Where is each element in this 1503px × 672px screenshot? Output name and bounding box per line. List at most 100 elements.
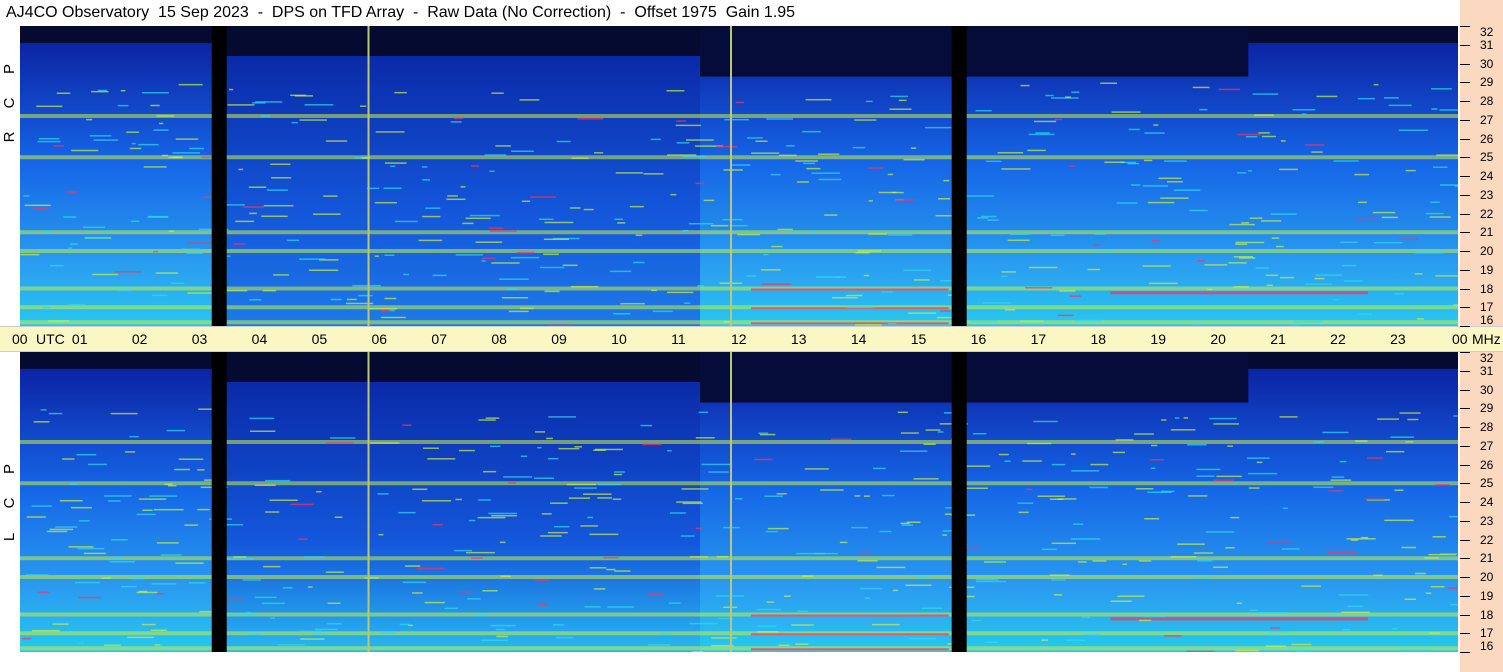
noise-speckle <box>1161 419 1167 421</box>
freq-tick-mark <box>1460 157 1470 159</box>
noise-speckle <box>1160 490 1175 493</box>
noise-speckle <box>547 531 568 534</box>
noise-speckle <box>571 157 589 159</box>
noise-speckle <box>708 471 729 473</box>
noise-speckle <box>764 495 783 497</box>
freq-tick-label: 16 <box>1480 639 1494 653</box>
noise-speckle <box>1356 218 1377 221</box>
noise-speckle <box>519 99 540 101</box>
freq-tick-label: 22 <box>1480 532 1494 547</box>
noise-speckle <box>482 257 496 260</box>
noise-speckle <box>78 596 101 599</box>
noise-speckle <box>162 154 169 157</box>
noise-speckle <box>1225 547 1235 549</box>
noise-speckle <box>1252 93 1279 95</box>
noise-speckle <box>615 172 643 174</box>
noise-speckle <box>854 495 861 497</box>
rcp-spectrogram <box>20 26 1458 326</box>
lcp-label-p-wrap: P <box>0 452 20 486</box>
noise-speckle <box>573 487 597 489</box>
noise-speckle <box>422 215 441 218</box>
noise-speckle <box>938 198 951 200</box>
noise-speckle <box>49 528 74 531</box>
noise-speckle <box>1110 600 1132 602</box>
noise-speckle <box>496 635 508 638</box>
noise-speckle <box>1213 566 1229 569</box>
noise-speckle <box>242 579 261 581</box>
noise-speckle <box>71 149 99 152</box>
noise-speckle <box>681 488 709 490</box>
noise-speckle <box>897 411 908 414</box>
noise-speckle <box>484 154 507 156</box>
noise-speckle <box>1279 168 1298 171</box>
noise-speckle <box>1429 216 1451 218</box>
noise-speckle <box>763 253 769 256</box>
noise-speckle <box>1235 649 1259 652</box>
time-tick-label: 19 <box>1150 331 1166 347</box>
noise-speckle <box>121 585 137 588</box>
noise-speckle <box>402 424 412 426</box>
freq-tick-label: 24 <box>1480 169 1494 183</box>
noise-speckle <box>1149 459 1164 461</box>
noise-speckle <box>1134 433 1154 435</box>
noise-speckle <box>940 310 951 312</box>
noise-speckle <box>652 310 673 313</box>
rcp-label-p-wrap: P <box>0 52 20 86</box>
noise-speckle <box>1196 468 1221 471</box>
noise-speckle <box>1401 546 1416 549</box>
noise-speckle <box>703 199 715 202</box>
noise-speckle <box>1266 541 1292 543</box>
noise-speckle <box>1111 111 1141 113</box>
freq-tick-label: 18 <box>1480 607 1494 622</box>
noise-speckle <box>530 196 557 198</box>
noise-speckle <box>175 138 199 140</box>
noise-speckle <box>74 581 101 584</box>
noise-speckle <box>647 593 664 595</box>
noise-speckle <box>543 238 570 241</box>
noise-speckle <box>44 232 51 234</box>
noise-speckle <box>820 489 844 491</box>
noise-speckle <box>735 101 744 104</box>
noise-speckle <box>620 302 645 305</box>
noise-speckle <box>76 453 97 456</box>
time-tick-label: 21 <box>1270 331 1286 347</box>
noise-speckle <box>544 290 560 293</box>
noise-speckle <box>1315 274 1342 276</box>
noise-speckle <box>985 641 998 644</box>
freq-tick-label: 19 <box>1480 588 1494 603</box>
noise-speckle <box>786 145 795 147</box>
noise-speckle <box>1271 237 1280 239</box>
freq-tick-label: 27 <box>1480 112 1494 127</box>
noise-speckle <box>384 162 407 164</box>
noise-speckle <box>1041 548 1057 551</box>
noise-speckle <box>746 275 757 277</box>
noise-speckle <box>801 575 814 577</box>
noise-speckle <box>1448 515 1458 518</box>
noise-speckle <box>593 449 606 451</box>
noise-speckle <box>761 283 792 285</box>
noise-speckle <box>1392 627 1398 630</box>
noise-speckle <box>59 499 83 502</box>
noise-speckle <box>1343 280 1363 282</box>
freq-tick-label: 19 <box>1480 262 1494 277</box>
freq-tick-mark <box>1460 502 1470 503</box>
noise-speckle <box>168 156 184 159</box>
noise-speckle <box>1398 238 1419 241</box>
noise-speckle <box>1313 486 1334 489</box>
noise-speckle <box>180 248 200 251</box>
noise-speckle <box>1414 252 1444 254</box>
noise-speckle <box>370 442 400 444</box>
noise-speckle <box>695 437 715 439</box>
noise-speckle <box>136 513 156 516</box>
noise-speckle <box>485 417 500 419</box>
time-tick-label: 20 <box>1210 331 1226 347</box>
noise-speckle <box>1173 189 1201 191</box>
noise-speckle <box>1160 197 1189 199</box>
lcp-spectrogram-svg <box>20 352 1458 652</box>
noise-speckle <box>846 306 875 309</box>
freq-tick-label: 27 <box>1480 438 1494 453</box>
freq-tick-label: 17 <box>1480 626 1494 641</box>
noise-speckle <box>1430 201 1440 203</box>
noise-speckle <box>676 501 702 503</box>
noise-speckle <box>394 91 407 94</box>
